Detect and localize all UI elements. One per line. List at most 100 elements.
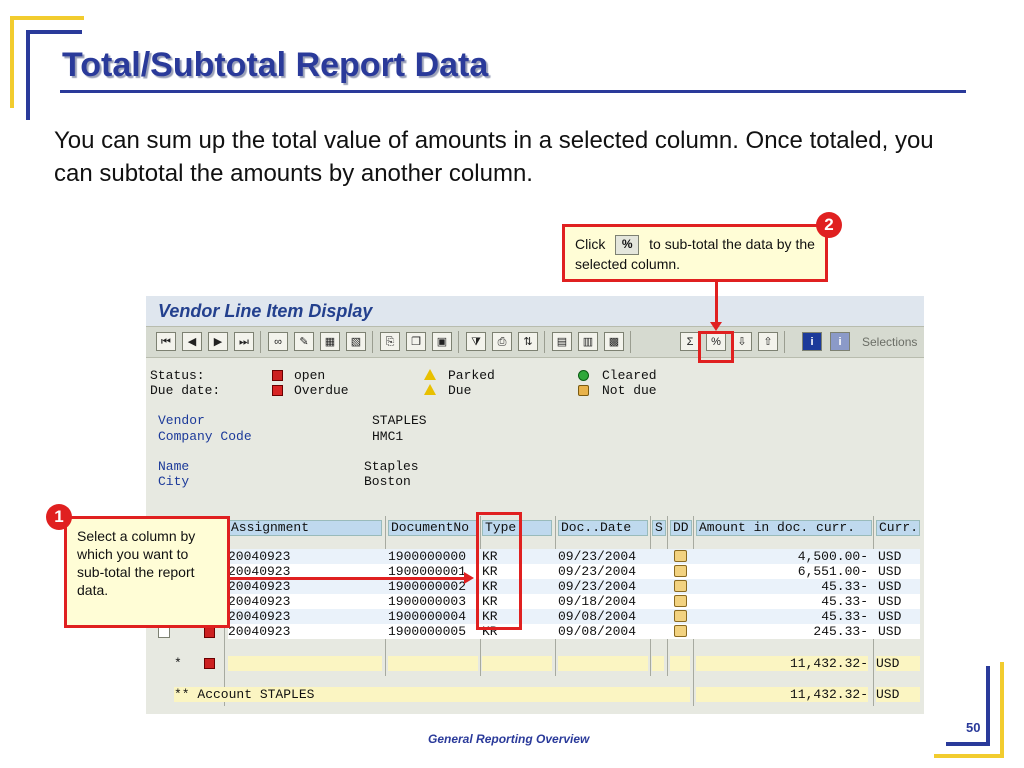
cell-amount: 45.33- [821, 609, 868, 624]
table-row[interactable]: 20040923 1900000000 KR 09/23/2004 4,500.… [228, 549, 920, 564]
column-header-assignment[interactable]: Assignment [228, 520, 382, 536]
grid-select-icon[interactable]: ▦ [320, 332, 340, 351]
first-page-icon[interactable]: ⏮ [156, 332, 176, 351]
cleared-icon [578, 370, 589, 381]
column-header-document-no[interactable]: DocumentNo [388, 520, 478, 536]
cell-document-no: 1900000005 [388, 624, 467, 639]
legend-open: open [294, 368, 326, 383]
open-status-icon [272, 370, 283, 381]
company-code-label: Company Code [158, 429, 252, 444]
cell-assignment: 20040923 [228, 549, 291, 564]
total-currency: USD [876, 656, 920, 671]
account-total-label: ** Account STAPLES [174, 687, 690, 702]
city-label: City [158, 474, 190, 489]
cell-assignment: 20040923 [228, 594, 291, 609]
cell-doc-date: 09/08/2004 [558, 624, 637, 639]
info-icon[interactable]: i [802, 332, 822, 351]
vendor-value: STAPLES [372, 413, 427, 428]
filter-icon[interactable]: ⧩ [466, 332, 486, 351]
copy-icon[interactable]: ❐ [406, 332, 426, 351]
cell-doc-date: 09/08/2004 [558, 609, 637, 624]
column-header-amount[interactable]: Amount in doc. curr. [696, 520, 872, 536]
legend-due: Due [448, 383, 472, 398]
window-title: Vendor Line Item Display [158, 301, 373, 321]
page-title: Total/Subtotal Report Data [62, 46, 489, 84]
info-selections-icon[interactable]: i [830, 332, 850, 351]
document-icon[interactable]: ⎘ [380, 332, 400, 351]
table-row[interactable]: 20040923 1900000002 KR 09/23/2004 45.33-… [228, 579, 920, 594]
pencil-icon[interactable]: ✎ [294, 332, 314, 351]
column-header-currency[interactable]: Curr. [876, 520, 920, 536]
title-divider [60, 90, 966, 93]
name-value: Staples [364, 459, 419, 474]
total-cell [652, 656, 664, 671]
table-row[interactable]: 20040923 1900000005 KR 09/08/2004 245.33… [228, 624, 920, 639]
cell-currency: USD [878, 549, 902, 564]
company-code-value: HMC1 [372, 429, 404, 444]
sort-icon[interactable]: ⇅ [518, 332, 538, 351]
toolbar-separator [630, 331, 631, 353]
status-label: Status: [150, 368, 205, 383]
application-toolbar: ⏮ ◀ ▶ ⏭ ∞ ✎ ▦ ▧ ⎘ ❐ ▣ ⧩ ⎙ ⇅ ▤ ▥ ▩ Σ % ⇩ … [146, 326, 924, 358]
total-cell [670, 656, 690, 671]
total-cell [228, 656, 382, 671]
save-layout-icon[interactable]: ▩ [604, 332, 624, 351]
column-header-dd[interactable]: DD [670, 520, 692, 536]
vendor-label: Vendor [158, 413, 205, 428]
export-icon[interactable]: ⇩ [732, 332, 752, 351]
toolbar-separator [458, 331, 459, 353]
not-due-icon [674, 580, 687, 592]
cell-doc-date: 09/18/2004 [558, 594, 637, 609]
total-amount: 11,432.32- [696, 656, 868, 671]
overdue-icon [272, 385, 283, 396]
details-icon[interactable]: ▣ [432, 332, 452, 351]
change-layout-icon[interactable]: ▥ [578, 332, 598, 351]
selections-button[interactable]: Selections [862, 335, 917, 349]
last-page-icon[interactable]: ⏭ [234, 332, 254, 351]
parked-icon [424, 369, 436, 380]
not-due-icon [674, 610, 687, 622]
total-marker: * [174, 656, 182, 671]
page-number: 50 [966, 720, 981, 735]
cell-assignment: 20040923 [228, 624, 291, 639]
account-total-amount: 11,432.32- [696, 687, 868, 702]
column-header-doc-date[interactable]: Doc..Date [558, 520, 648, 536]
cell-amount: 245.33- [813, 624, 868, 639]
cell-amount: 45.33- [821, 594, 868, 609]
cell-document-no: 1900000000 [388, 549, 467, 564]
cell-doc-date: 09/23/2004 [558, 564, 637, 579]
callout-2-text-after: to sub-total the data by the selected co… [575, 236, 815, 273]
intro-text: You can sum up the total value of amount… [54, 127, 934, 187]
account-total-currency: USD [876, 687, 920, 702]
previous-page-icon[interactable]: ◀ [182, 332, 202, 351]
glasses-icon[interactable]: ∞ [268, 332, 288, 351]
arrow-2-head [710, 322, 722, 331]
open-status-icon [204, 627, 215, 638]
toolbar-separator [544, 331, 545, 353]
callout-1: Select a column by which you want to sub… [64, 516, 230, 628]
not-due-icon [674, 565, 687, 577]
next-page-icon[interactable]: ▶ [208, 332, 228, 351]
open-status-icon [204, 658, 215, 669]
step-2-badge: 2 [816, 212, 842, 238]
cell-amount: 4,500.00- [797, 549, 868, 564]
corner-decoration [1000, 662, 1004, 758]
total-icon[interactable]: Σ [680, 332, 700, 351]
legend-not-due: Not due [602, 383, 657, 398]
table-row[interactable]: 20040923 1900000004 KR 09/08/2004 45.33-… [228, 609, 920, 624]
toolbar-separator [372, 331, 373, 353]
toolbar-separator [784, 331, 785, 353]
not-due-icon [578, 385, 589, 396]
import-icon[interactable]: ⇧ [758, 332, 778, 351]
column-header-s[interactable]: S [652, 520, 666, 536]
layout-icon[interactable]: ▤ [552, 332, 572, 351]
arrow-1-head [464, 572, 474, 584]
sap-title-bar: Vendor Line Item Display [146, 296, 924, 326]
cell-currency: USD [878, 579, 902, 594]
print-icon[interactable]: ⎙ [492, 332, 512, 351]
cell-currency: USD [878, 609, 902, 624]
callout-2-text-before: Click [575, 236, 606, 252]
total-cell [388, 656, 478, 671]
deselect-icon[interactable]: ▧ [346, 332, 366, 351]
table-row[interactable]: 20040923 1900000003 KR 09/18/2004 45.33-… [228, 594, 920, 609]
